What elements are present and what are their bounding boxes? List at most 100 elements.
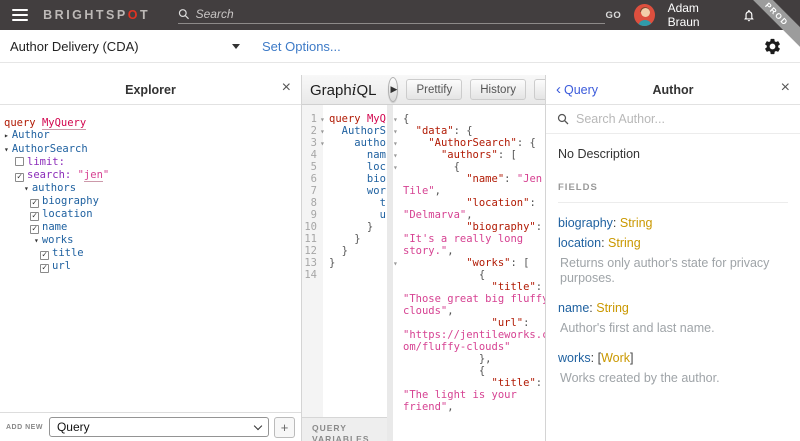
set-options-link[interactable]: Set Options...	[262, 39, 341, 54]
tree-field-label: location	[42, 208, 93, 221]
add-query-button[interactable]: +	[274, 416, 295, 438]
top-navbar: BRIGHTSPOT GO Adam Braun PROD	[0, 0, 800, 53]
response-code: "title":	[403, 377, 543, 389]
collapse-arrow-icon[interactable]: ▾	[34, 236, 39, 245]
doc-field-type[interactable]: Work	[601, 351, 630, 365]
explorer-tree-item[interactable]: query MyQuery	[0, 117, 301, 130]
close-icon[interactable]: ×	[781, 80, 790, 96]
expand-arrow-icon[interactable]: ▸	[4, 131, 9, 140]
doc-field-colon: :	[601, 236, 609, 250]
code-token: ,	[434, 185, 441, 197]
checkbox[interactable]	[15, 157, 24, 167]
response-code: "biography":	[403, 221, 542, 233]
explorer-tree-item[interactable]: ✓ name	[0, 221, 301, 235]
fold-arrow-icon[interactable]: ▾	[393, 127, 403, 136]
fold-arrow-icon[interactable]: ▾	[393, 139, 403, 148]
editor-code: t	[329, 197, 386, 209]
hamburger-menu-icon[interactable]	[12, 6, 29, 24]
checkbox[interactable]: ✓	[30, 212, 39, 222]
doc-field-colon: :	[612, 216, 620, 230]
response-code: "authors": [	[403, 149, 517, 161]
global-search-input[interactable]	[195, 6, 606, 21]
doc-field-name[interactable]: works	[558, 351, 591, 365]
code-token: : [	[497, 149, 517, 161]
explorer-tree-item[interactable]: ✓ search: "jen"	[0, 168, 301, 182]
code-token: story."	[403, 245, 448, 257]
code-token: ,	[447, 305, 454, 317]
query-variables-pane[interactable]: QUERY VARIABLES	[302, 417, 387, 441]
explorer-tree-item[interactable]: ✓ title	[0, 247, 301, 261]
response-pane: ▾{▾ "data": {▾ "AuthorSearch": {▾ "autho…	[393, 105, 545, 441]
explorer-tree-item[interactable]: ▾ authors	[0, 182, 301, 195]
prettify-button[interactable]: Prettify	[406, 79, 463, 100]
notifications-bell-icon[interactable]	[742, 7, 756, 24]
close-icon[interactable]: ×	[282, 80, 291, 96]
endpoint-select[interactable]: Author Delivery (CDA)	[10, 39, 240, 54]
fold-arrow-icon[interactable]: ▾	[393, 259, 403, 268]
code-token: ,	[466, 209, 473, 221]
code-token: query	[329, 113, 367, 125]
execute-play-button[interactable]: ▶	[387, 77, 399, 102]
explorer-tree-item[interactable]: ▾ AuthorSearch	[0, 143, 301, 156]
go-links-icon[interactable]: GO	[605, 10, 621, 21]
line-number: 10	[304, 221, 317, 233]
fold-arrow-icon[interactable]: ▾	[393, 151, 403, 160]
response-line: ▾ "works": [	[393, 257, 545, 269]
checkbox[interactable]: ✓	[15, 172, 24, 182]
line-number: 9	[310, 209, 317, 221]
code-token: }	[329, 221, 374, 233]
doc-field-name[interactable]: name	[558, 301, 589, 315]
response-line: Tile",	[393, 185, 545, 197]
argument-value-input[interactable]: jen	[83, 168, 103, 182]
explorer-tree-item[interactable]: ✓ location	[0, 208, 301, 222]
collapse-arrow-icon[interactable]: ▾	[24, 184, 29, 193]
explorer-tree-item[interactable]: ✓ biography	[0, 195, 301, 209]
editor-line: 9 u	[302, 209, 387, 221]
response-line: ▾ {	[393, 161, 545, 173]
code-token: :	[535, 281, 543, 293]
response-code: om/fluffy-clouds"	[403, 341, 510, 353]
settings-gear-icon[interactable]	[763, 37, 782, 56]
checkbox[interactable]: ✓	[40, 251, 49, 261]
doc-field-type[interactable]: String	[596, 301, 629, 315]
toolbar-button-partial[interactable]	[534, 79, 545, 100]
operation-name-input[interactable]: MyQuery	[41, 117, 87, 130]
global-search[interactable]	[178, 6, 606, 24]
doc-field-type[interactable]: String	[620, 216, 653, 230]
avatar[interactable]	[634, 4, 655, 26]
collapse-arrow-icon[interactable]: ▾	[4, 145, 9, 154]
doc-field-name[interactable]: location	[558, 236, 601, 250]
editor-line: 5 loc	[302, 161, 387, 173]
doc-field-name[interactable]: biography	[558, 216, 613, 230]
line-number: 11	[304, 233, 317, 245]
explorer-tree-item[interactable]: ▸ Author	[0, 129, 301, 142]
doc-field-type[interactable]: String	[608, 236, 641, 250]
docs-search[interactable]	[546, 105, 800, 134]
history-button[interactable]: History	[470, 79, 527, 100]
editor-line: 12 }	[302, 245, 387, 257]
user-name[interactable]: Adam Braun	[668, 1, 730, 29]
explorer-tree-item[interactable]: ✓ url	[0, 260, 301, 274]
logo-o: O	[127, 8, 140, 22]
add-new-select[interactable]: Query	[48, 417, 269, 437]
explorer-title: Explorer	[125, 82, 176, 97]
fold-arrow-icon[interactable]: ▾	[393, 163, 403, 172]
explorer-tree-item[interactable]: ▾ works	[0, 234, 301, 247]
checkbox[interactable]: ✓	[40, 264, 49, 274]
fold-arrow-icon[interactable]: ▾	[393, 115, 403, 124]
fold-arrow-icon[interactable]: ▾	[320, 139, 329, 148]
explorer-tree-item[interactable]: limit:	[0, 156, 301, 168]
response-code: "AuthorSearch": {	[403, 137, 536, 149]
query-editor[interactable]: 1 ▾ query MyQ 2 ▾ AuthorS 3 ▾ autho 4 nam 5 loc 6…	[302, 105, 387, 441]
checkbox[interactable]: ✓	[30, 225, 39, 235]
editor-line: 11 }	[302, 233, 387, 245]
line-number: 12	[304, 245, 317, 257]
docs-search-input[interactable]	[576, 112, 789, 126]
fold-arrow-icon[interactable]: ▾	[320, 115, 329, 124]
tree-node-label: Author	[11, 129, 50, 142]
code-token: : {	[516, 137, 536, 149]
fold-arrow-icon[interactable]: ▾	[320, 127, 329, 136]
checkbox[interactable]: ✓	[30, 199, 39, 209]
docs-back-link[interactable]: ‹ Query	[556, 82, 598, 97]
response-line: "title":	[393, 377, 545, 389]
